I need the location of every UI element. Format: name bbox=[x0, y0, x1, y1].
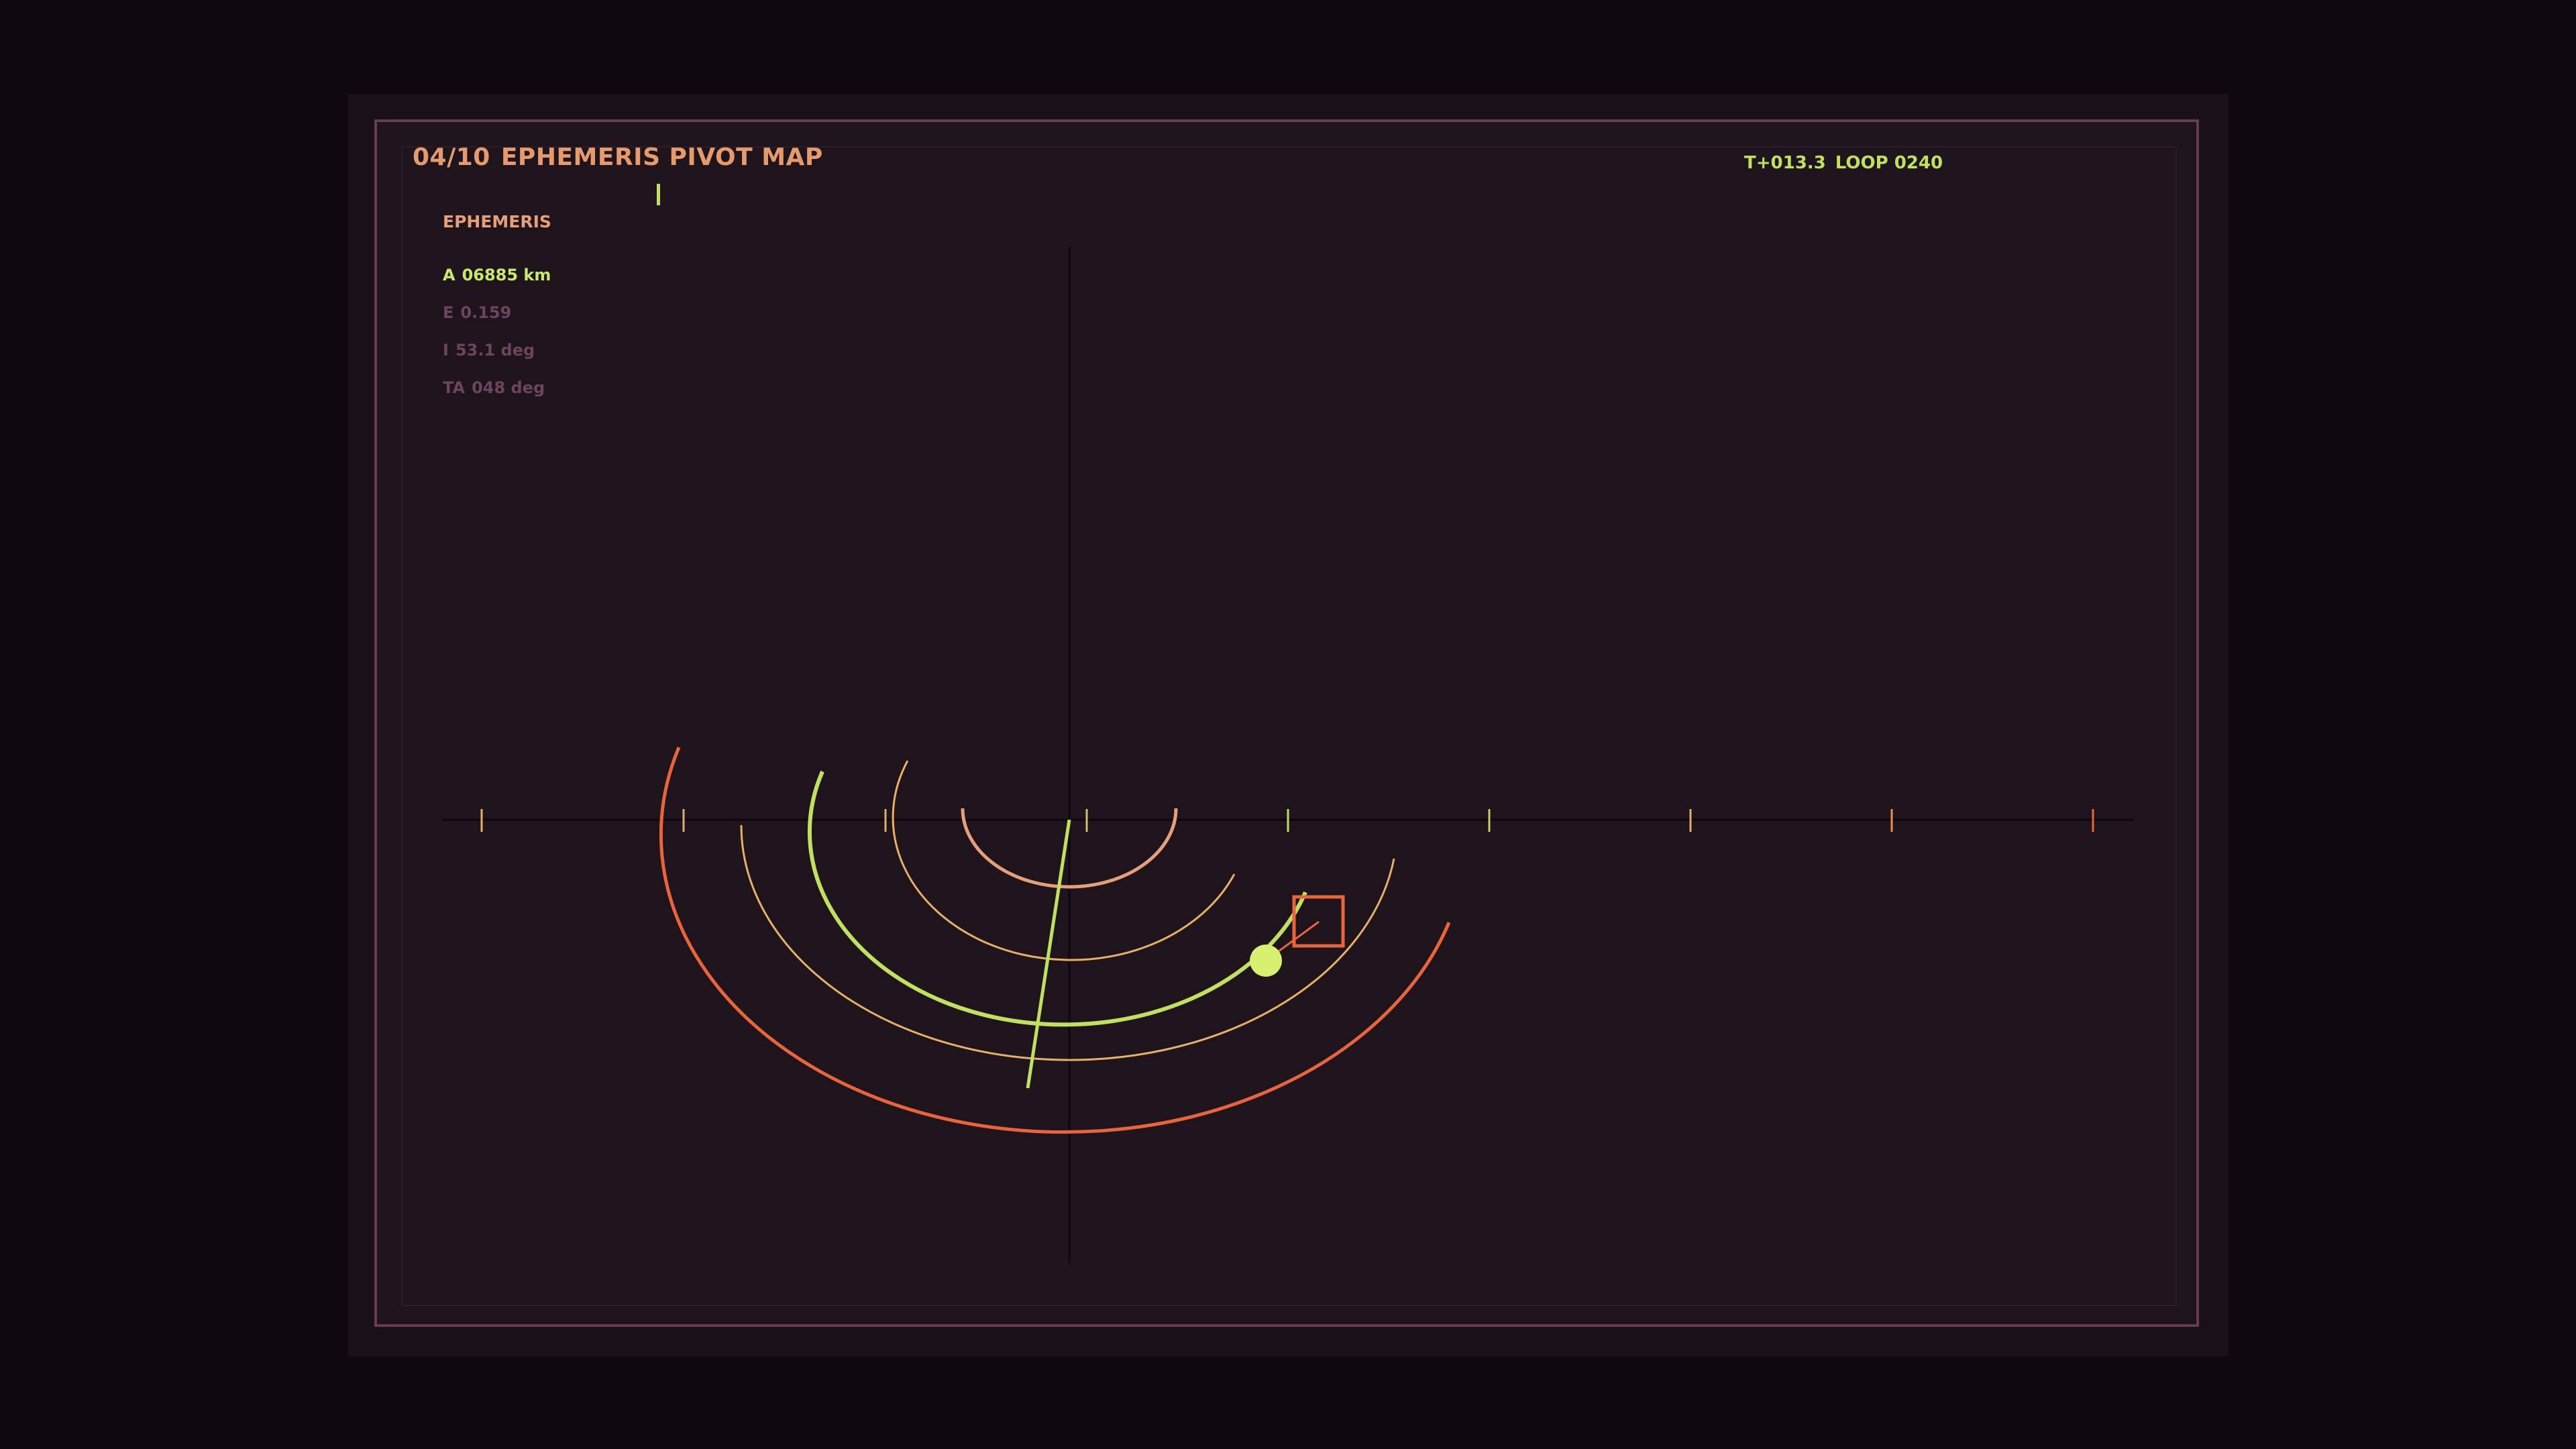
orbit-ring-5[interactable] bbox=[659, 747, 1451, 1134]
pivot-axis bbox=[1026, 819, 1071, 1089]
orbit-rings bbox=[659, 747, 1451, 1134]
orbit-map[interactable] bbox=[0, 0, 2576, 1449]
satellite-marker[interactable] bbox=[1250, 945, 1282, 977]
